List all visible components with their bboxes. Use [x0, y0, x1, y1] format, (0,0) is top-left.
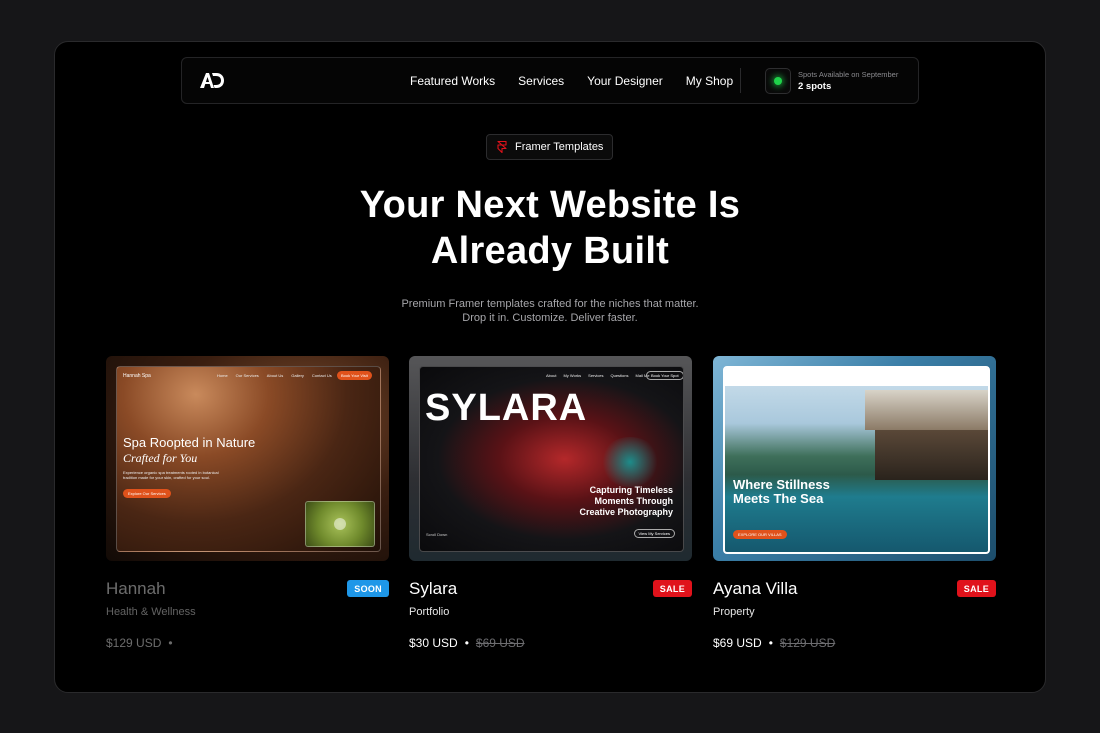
card-title[interactable]: Ayana Villa [713, 579, 797, 599]
preview-nav: About My Works Services Questions Mail M… [546, 373, 650, 378]
preview-headline-2: Crafted for You [123, 451, 198, 465]
preview-nav-item: Contact Us [311, 373, 332, 378]
template-card-sylara[interactable]: About My Works Services Questions Mail M… [409, 356, 692, 650]
preview-nav-item: About [546, 373, 557, 378]
framer-icon [497, 141, 507, 153]
preview-headline-line: Meets The Sea [733, 491, 824, 506]
price-current: $30 USD [409, 636, 458, 650]
status-badge: SOON [347, 580, 389, 597]
preview-screen: Where Stillness Meets The Sea EXPLORE OU… [723, 366, 990, 554]
card-category: Portfolio [409, 606, 450, 618]
preview-button: View My Services [633, 529, 675, 538]
template-preview-sylara[interactable]: About My Works Services Questions Mail M… [409, 356, 692, 561]
price-current: $69 USD [713, 636, 762, 650]
nav-links: Featured Works Services Your Designer My… [410, 58, 733, 103]
nav-link-services[interactable]: Services [518, 74, 564, 88]
preview-nav: Home Our Services About Us Gallery Conta… [217, 373, 332, 378]
preview-nav-item: Home [217, 373, 228, 378]
preview-nav-item: About Us [266, 373, 284, 378]
preview-cta: Book Your Spot [646, 371, 683, 380]
top-nav: Featured Works Services Your Designer My… [181, 57, 919, 104]
preview-nav-item: Our Services [235, 373, 259, 378]
status-dot-icon [774, 77, 782, 85]
preview-headline-line: Moments Through [594, 496, 674, 506]
card-price: $30 USD • $69 USD [409, 636, 525, 650]
preview-scroll: Scroll Down [426, 532, 448, 537]
preview-headline: Capturing Timeless Moments Through Creat… [579, 485, 673, 518]
preview-brand: Hannah Spa [123, 373, 151, 379]
logo-icon[interactable] [199, 70, 225, 90]
card-category: Property [713, 606, 755, 618]
preview-headline-1: Spa Roopted in Nature [123, 435, 256, 450]
card-category: Health & Wellness [106, 606, 196, 618]
subtitle-line-1: Premium Framer templates crafted for the… [401, 298, 699, 310]
nav-link-featured-works[interactable]: Featured Works [410, 74, 495, 88]
preview-nav-item: Gallery [291, 373, 304, 378]
nav-link-your-designer[interactable]: Your Designer [587, 74, 663, 88]
preview-button: Explore Our Services [123, 489, 171, 498]
template-card-hannah[interactable]: Hannah Spa Home Our Services About Us Ga… [106, 356, 389, 650]
subtitle-line-2: Drop it in. Customize. Deliver faster. [462, 312, 638, 324]
preview-screen: Hannah Spa Home Our Services About Us Ga… [116, 366, 381, 552]
template-preview-ayana-villa[interactable]: Where Stillness Meets The Sea EXPLORE OU… [713, 356, 996, 561]
hero-heading: Your Next Website Is Already Built [55, 182, 1045, 274]
price-separator-icon: • [464, 636, 469, 650]
preview-glow [600, 437, 660, 487]
price-separator-icon: • [168, 636, 173, 650]
card-price: $129 USD • [106, 636, 173, 650]
preview-cta: Book Your Visit [337, 371, 372, 380]
template-card-ayana-villa[interactable]: Where Stillness Meets The Sea EXPLORE OU… [713, 356, 996, 650]
preview-headline-line: Where Stillness [733, 477, 830, 492]
preview-headline-line: Capturing Timeless [589, 485, 673, 495]
preview-building-shade [875, 430, 988, 480]
status-badge: SALE [652, 580, 692, 597]
price-separator-icon: • [768, 636, 773, 650]
preview-brand: SYLARA [425, 387, 588, 429]
hero-line-1: Your Next Website Is [359, 184, 741, 226]
page-frame: Featured Works Services Your Designer My… [54, 41, 1046, 693]
spots-label: Spots Available on September [798, 70, 899, 79]
hero-line-2: Already Built [430, 230, 670, 272]
price-current: $129 USD [106, 636, 162, 650]
card-title[interactable]: Sylara [409, 579, 457, 599]
nav-divider [740, 68, 741, 93]
status-badge: SALE [956, 580, 996, 597]
preview-nav-item: Services [588, 373, 604, 378]
preview-video-thumbnail [305, 501, 375, 547]
template-preview-hannah[interactable]: Hannah Spa Home Our Services About Us Ga… [106, 356, 389, 561]
play-icon [334, 518, 346, 530]
framer-templates-badge: Framer Templates [486, 134, 614, 160]
preview-screen: About My Works Services Questions Mail M… [419, 366, 684, 552]
card-price: $69 USD • $129 USD [713, 636, 835, 650]
preview-headline: Where Stillness Meets The Sea [733, 478, 830, 506]
card-title[interactable]: Hannah [106, 579, 166, 599]
price-original: $69 USD [475, 636, 525, 650]
preview-nav-item: My Works [563, 373, 582, 378]
preview-body: Experience organic spa treatments rooted… [123, 470, 219, 480]
badge-label: Framer Templates [515, 141, 604, 153]
availability-indicator [765, 68, 791, 94]
spots-value: 2 spots [798, 81, 832, 92]
price-original: $129 USD [779, 636, 836, 650]
preview-button: EXPLORE OUR VILLAS [733, 530, 787, 539]
preview-headline-line: Creative Photography [579, 507, 673, 517]
preview-nav-item: Questions [610, 373, 629, 378]
nav-link-my-shop[interactable]: My Shop [686, 74, 733, 88]
preview-top-bar [725, 368, 988, 386]
preview-building [865, 390, 988, 430]
hero-subtitle: Premium Framer templates crafted for the… [55, 297, 1045, 325]
